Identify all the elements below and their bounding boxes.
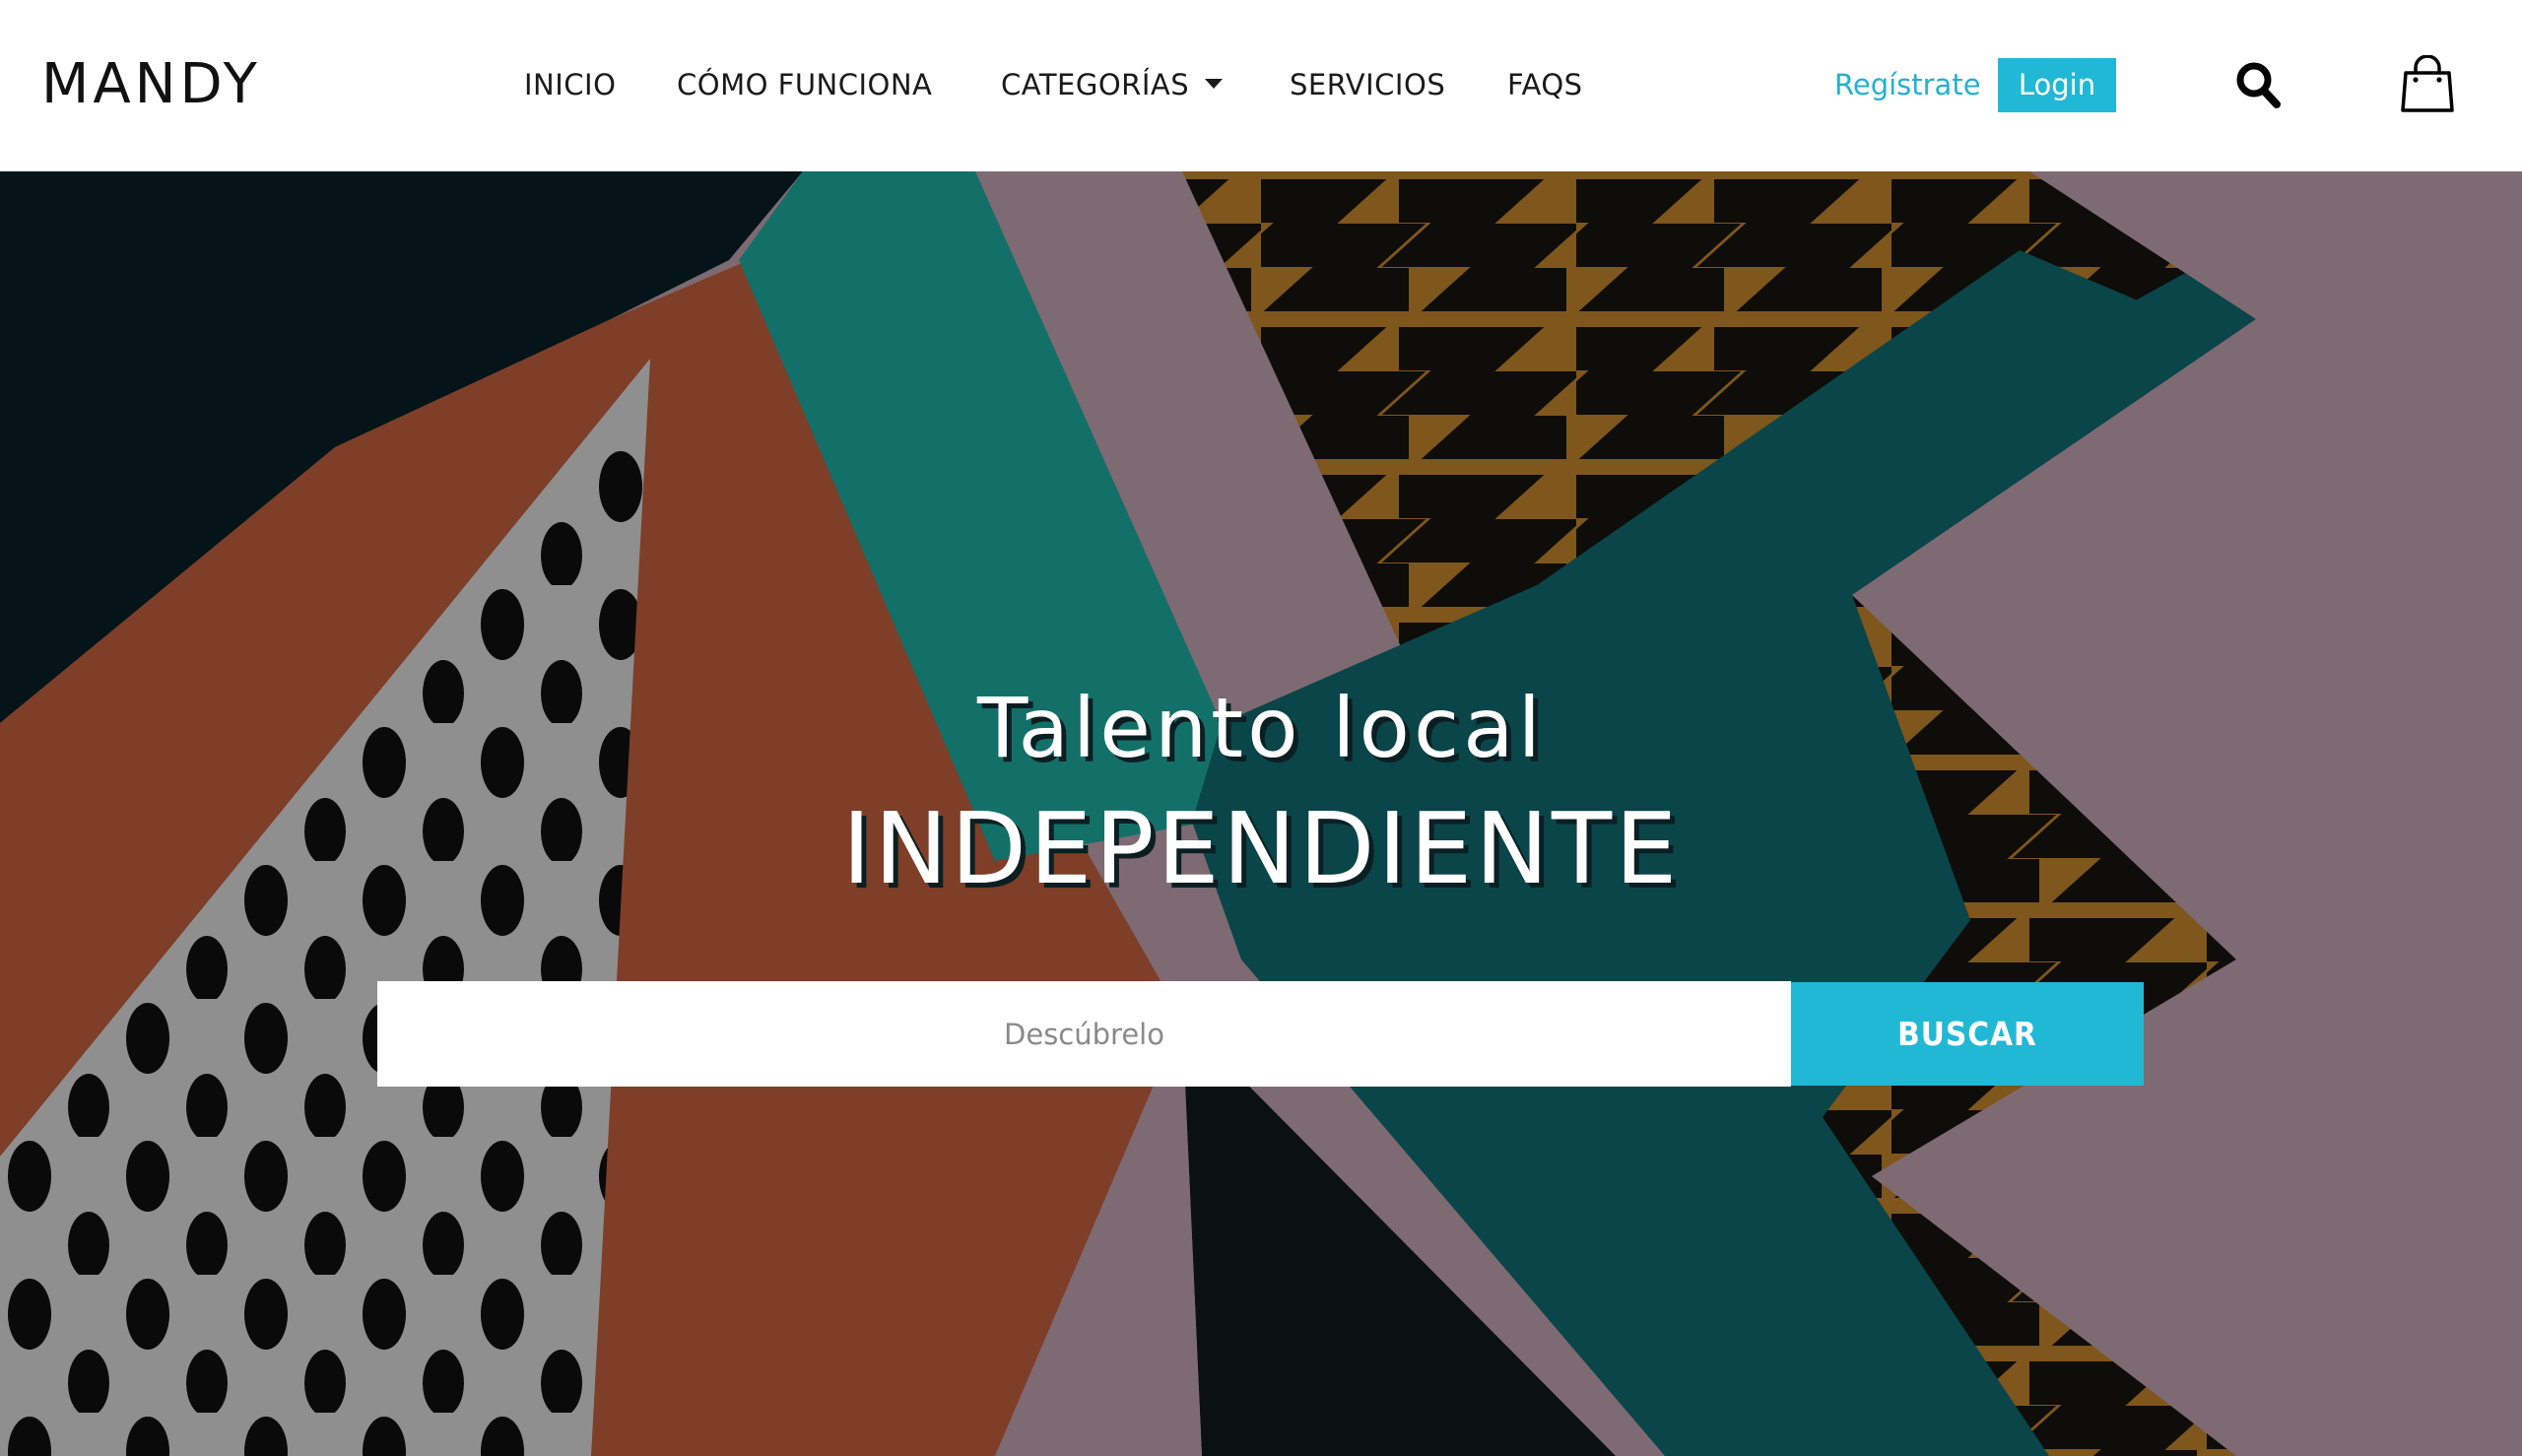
nav-item-faqs[interactable]: FAQS <box>1507 65 1583 104</box>
main-nav: INICIO CÓMO FUNCIONA CATEGORÍAS SERVICIO… <box>0 0 2522 171</box>
hero-section: Talento local INDEPENDIENTE BUSCAR <box>0 171 2522 1456</box>
shopping-bag-icon[interactable] <box>2400 54 2455 114</box>
login-button[interactable]: Login <box>1998 58 2116 112</box>
site-header: MANDY INICIO CÓMO FUNCIONA CATEGORÍAS SE… <box>0 0 2522 171</box>
nav-item-categorias-label: CATEGORÍAS <box>1001 68 1190 101</box>
search-button[interactable]: BUSCAR <box>1791 982 2144 1086</box>
nav-item-como-funciona[interactable]: CÓMO FUNCIONA <box>677 65 932 104</box>
hero-search-input[interactable] <box>377 981 1791 1087</box>
nav-item-categorias[interactable]: CATEGORÍAS <box>1001 65 1224 104</box>
register-link[interactable]: Regístrate <box>1834 65 1981 104</box>
nav-item-inicio[interactable]: INICIO <box>524 65 616 104</box>
nav-item-servicios[interactable]: SERVICIOS <box>1290 65 1445 104</box>
hero-title-line2: INDEPENDIENTE <box>841 791 1681 906</box>
hero-title-line1: Talento local <box>977 680 1545 776</box>
search-icon[interactable] <box>2234 59 2282 110</box>
hero-search-form: BUSCAR <box>377 981 2144 1087</box>
caret-down-icon <box>1205 79 1224 89</box>
